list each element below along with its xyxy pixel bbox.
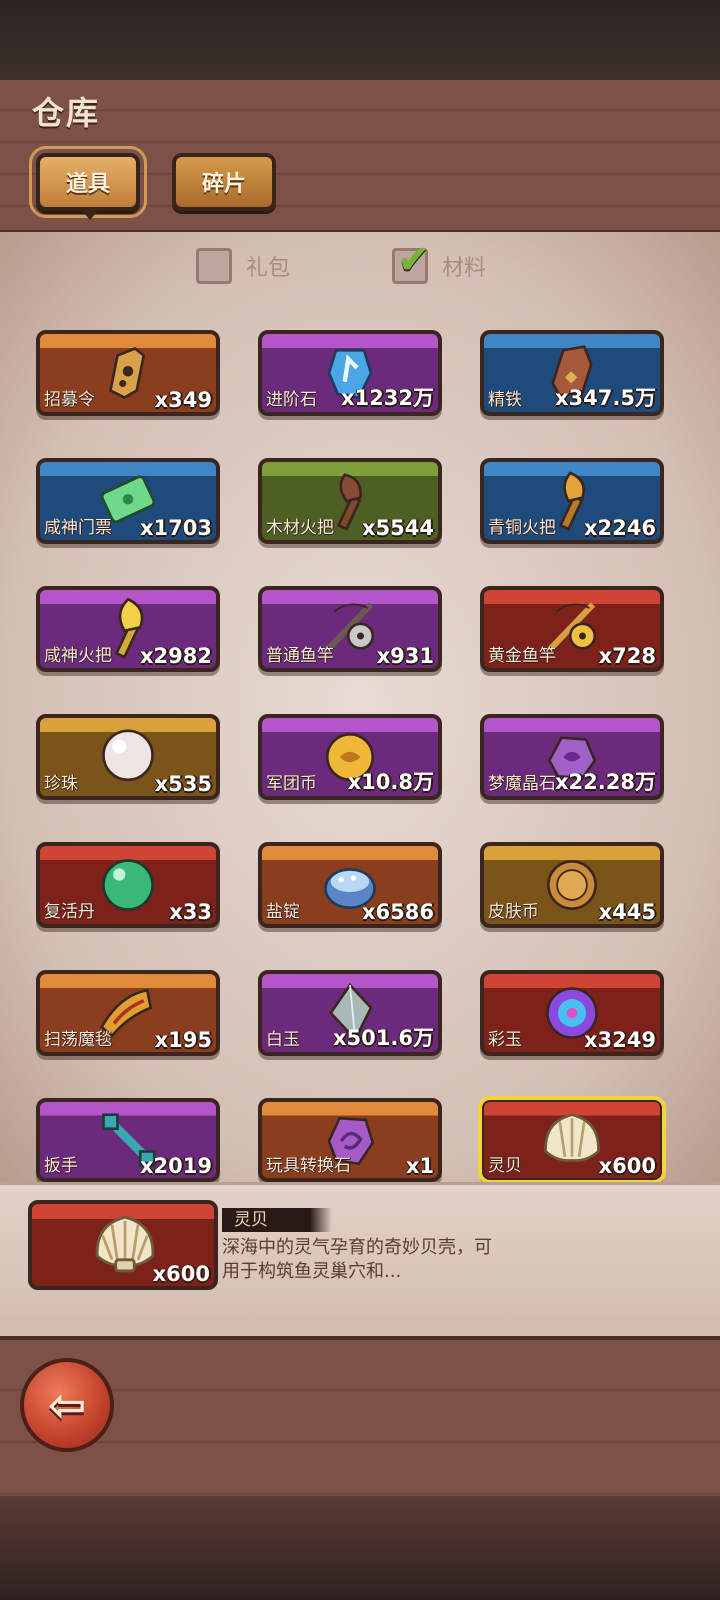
materials-checkbox[interactable]: ✔ [392, 237, 431, 284]
item-quantity: x2982 [140, 644, 212, 668]
item-name: 玩具转换石 [266, 1156, 351, 1176]
item-quantity: x535 [154, 772, 212, 796]
item-name: 进阶石 [266, 390, 317, 410]
item-name: 精铁 [488, 390, 522, 410]
item-quantity: x6586 [362, 900, 434, 924]
item-name: 复活丹 [44, 902, 95, 922]
item-card[interactable]: 灵贝 x600 [478, 1096, 666, 1184]
filter-materials[interactable]: ✔ 材料 [392, 237, 487, 284]
item-card[interactable]: 复活丹 x33 [36, 842, 220, 928]
item-quantity: x2019 [140, 1154, 212, 1178]
skin-coin-icon [547, 860, 597, 910]
item-card[interactable]: 扳手 x2019 [36, 1098, 220, 1182]
shell-icon [544, 1113, 600, 1162]
status-bar [0, 0, 720, 80]
filter-gift-pack[interactable]: 礼包 [196, 248, 290, 284]
item-quantity: x728 [598, 644, 656, 668]
item-quantity: x22.28万 [555, 770, 656, 794]
item-quantity: x2246 [584, 516, 656, 540]
item-name: 扫荡魔毯 [44, 1030, 112, 1050]
item-card[interactable]: 普通鱼竿 x931 [258, 586, 442, 672]
item-name: 普通鱼竿 [266, 646, 334, 666]
item-card[interactable]: 木材火把 x5544 [258, 458, 442, 544]
page-title: 仓库 [32, 94, 101, 132]
item-quantity: x195 [154, 1028, 212, 1052]
item-name: 扳手 [44, 1156, 78, 1176]
item-quantity: x347.5万 [555, 386, 656, 410]
item-card[interactable]: 进阶石 x1232万 [258, 330, 442, 416]
gift-pack-checkbox[interactable] [196, 248, 232, 284]
item-name: 黄金鱼竿 [488, 646, 556, 666]
tab-fragments[interactable]: 碎片 [172, 153, 276, 211]
item-quantity: x33 [169, 900, 212, 924]
item-card[interactable]: 扫荡魔毯 x195 [36, 970, 220, 1056]
item-name: 木材火把 [266, 518, 334, 538]
item-card[interactable]: 青铜火把 x2246 [480, 458, 664, 544]
item-card[interactable]: 玩具转换石 x1 [258, 1098, 442, 1182]
item-quantity: x1232万 [341, 386, 434, 410]
item-name: 青铜火把 [488, 518, 556, 538]
detail-item-quantity: x600 [152, 1262, 210, 1286]
filter-gift-pack-label: 礼包 [246, 256, 291, 281]
item-card[interactable]: 白玉 x501.6万 [258, 970, 442, 1056]
item-name: 盐锭 [266, 902, 300, 922]
item-quantity: x3249 [584, 1028, 656, 1052]
item-name: 灵贝 [488, 1156, 522, 1176]
checkmark-icon: ✔ [397, 237, 431, 283]
item-card[interactable]: 梦魔晶石 x22.28万 [480, 714, 664, 800]
item-name: 彩玉 [488, 1030, 522, 1050]
item-card[interactable]: 军团币 x10.8万 [258, 714, 442, 800]
item-card[interactable]: 盐锭 x6586 [258, 842, 442, 928]
item-name: 白玉 [266, 1030, 300, 1050]
item-card[interactable]: 招募令 x349 [36, 330, 220, 416]
item-card[interactable]: 彩玉 x3249 [480, 970, 664, 1056]
detail-item-description: 深海中的灵气孕育的奇妙贝壳，可用于构筑鱼灵巢穴和... [222, 1237, 492, 1282]
tab-items[interactable]: 道具 [29, 146, 147, 218]
active-tab-pointer [80, 208, 100, 220]
coffin-token-icon [109, 346, 146, 399]
item-card[interactable]: 咸神火把 x2982 [36, 586, 220, 672]
pearl-icon [102, 729, 154, 782]
item-name: 咸神火把 [44, 646, 112, 666]
back-arrow-icon: ⇦ [47, 1378, 87, 1432]
item-quantity: x10.8万 [347, 770, 434, 794]
item-name: 梦魔晶石 [488, 774, 556, 794]
bottom-frame [0, 1496, 720, 1600]
item-quantity: x931 [376, 644, 434, 668]
item-name: 珍珠 [44, 774, 78, 794]
item-name: 皮肤币 [488, 902, 539, 922]
item-card[interactable]: 精铁 x347.5万 [480, 330, 664, 416]
item-quantity: x349 [154, 388, 212, 412]
item-quantity: x600 [598, 1154, 656, 1178]
item-name: 军团币 [266, 774, 317, 794]
item-card[interactable]: 黄金鱼竿 x728 [480, 586, 664, 672]
item-name: 咸神门票 [44, 518, 112, 538]
item-quantity: x501.6万 [333, 1026, 434, 1050]
item-name: 招募令 [44, 390, 95, 410]
back-button[interactable]: ⇦ [20, 1358, 114, 1452]
item-card[interactable]: 皮肤币 x445 [480, 842, 664, 928]
item-card[interactable]: 咸神门票 x1703 [36, 458, 220, 544]
item-quantity: x5544 [362, 516, 434, 540]
filter-materials-label: 材料 [442, 256, 487, 281]
detail-item-card: x600 [28, 1200, 218, 1290]
detail-item-name: 灵贝 [222, 1208, 332, 1232]
item-quantity: x1703 [140, 516, 212, 540]
item-card[interactable]: 珍珠 x535 [36, 714, 220, 800]
shell-icon [95, 1215, 155, 1273]
item-quantity: x1 [405, 1154, 434, 1178]
item-quantity: x445 [598, 900, 656, 924]
revive-pill-icon [102, 859, 154, 911]
